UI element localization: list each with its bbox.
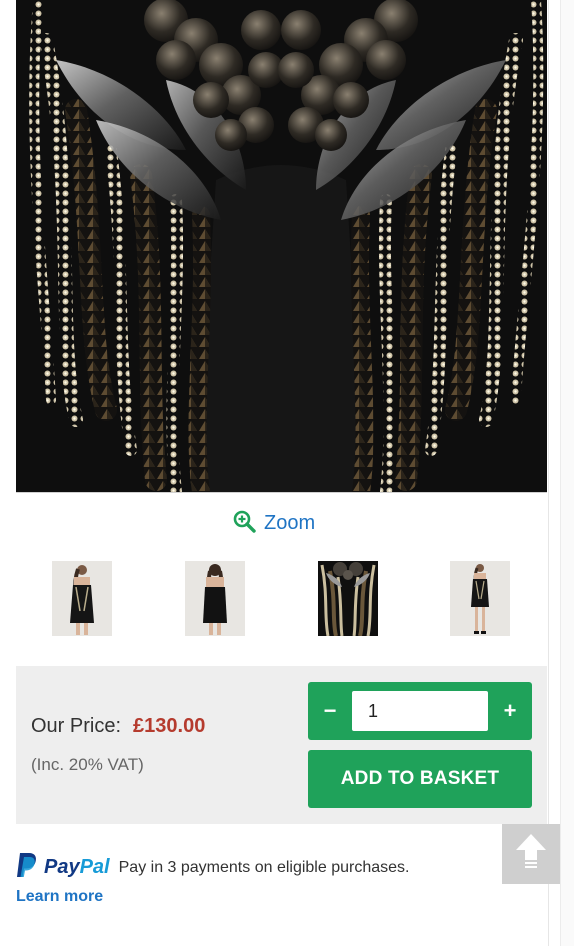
paypal-wordmark-pay: Pay	[44, 856, 80, 878]
side-scroll-track	[560, 0, 574, 946]
paypal-installments-text: Pay in 3 payments on eligible purchases.	[118, 858, 410, 876]
thumbnail-full-length[interactable]	[450, 561, 510, 636]
page-edge	[548, 0, 549, 946]
zoom-label: Zoom	[264, 511, 316, 534]
quantity-increase-button[interactable]: +	[490, 682, 530, 740]
vat-note: (Inc. 20% VAT)	[31, 755, 144, 774]
thumbnail-detail[interactable]	[318, 561, 378, 636]
quantity-stepper: − +	[308, 682, 532, 740]
dress-detail-illustration	[16, 0, 547, 492]
thumbnail-back[interactable]	[185, 561, 245, 636]
price-line: Our Price: £130.00	[31, 715, 205, 738]
add-to-basket-button[interactable]: ADD TO BASKET	[308, 750, 532, 808]
scroll-to-top-button[interactable]	[502, 824, 560, 884]
zoom-link[interactable]: Zoom	[232, 508, 315, 538]
zoom-in-icon	[232, 509, 256, 538]
paypal-message: PayPal Pay in 3 payments on eligible pur…	[16, 852, 496, 912]
paypal-wordmark-pal: Pal	[79, 856, 110, 878]
main-product-image[interactable]	[16, 0, 547, 493]
quantity-input[interactable]	[352, 691, 488, 731]
arrow-up-icon	[514, 832, 548, 877]
paypal-wordmark: PayPal	[44, 856, 110, 879]
product-page: Zoom Our Price: £130.00 (Inc. 20% VAT) −…	[0, 0, 574, 946]
thumbnail-strip	[0, 561, 548, 637]
thumbnail-front[interactable]	[52, 561, 112, 636]
paypal-logo-icon	[16, 852, 38, 883]
purchase-panel: Our Price: £130.00 (Inc. 20% VAT) − + ADD…	[16, 666, 547, 824]
price-value: £130.00	[133, 715, 206, 737]
quantity-decrease-button[interactable]: −	[310, 682, 350, 740]
learn-more-link[interactable]: Learn more	[16, 888, 103, 906]
price-label: Our Price:	[31, 715, 122, 737]
